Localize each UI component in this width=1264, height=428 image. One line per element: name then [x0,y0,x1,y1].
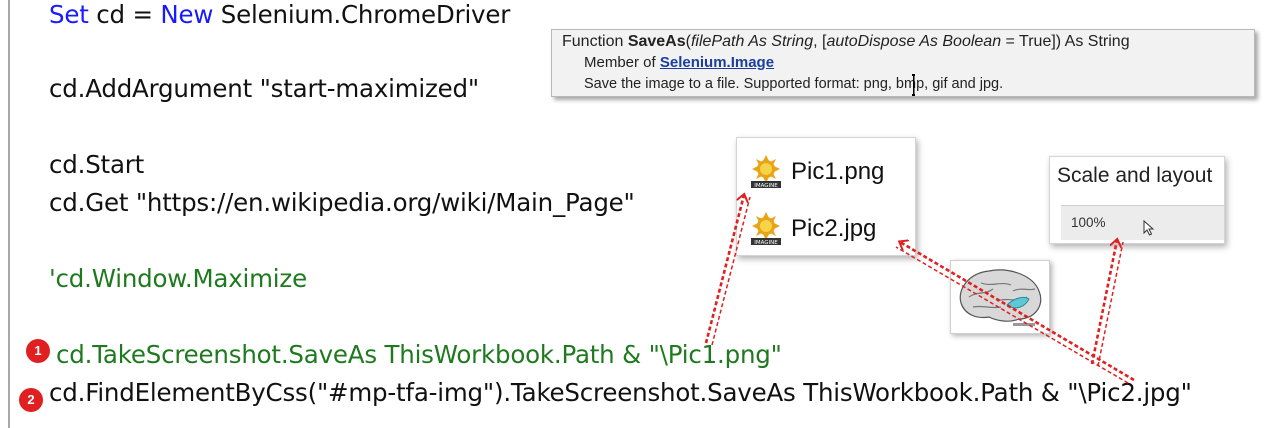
function-signature: Function SaveAs(filePath As String, [aut… [562,33,1130,50]
mouse-pointer-icon [1143,220,1155,236]
code-line-take-screenshot[interactable]: cd.TakeScreenshot.SaveAs ThisWorkbook.Pa… [56,340,782,369]
step-badge-1: 1 [26,339,50,363]
code-text: Selenium.ChromeDriver [213,0,511,29]
keyword-new: New [160,0,214,29]
param-filepath: filePath As String [690,33,814,50]
intellisense-tooltip: Function SaveAs(filePath As String, [aut… [551,29,1255,97]
code-text: cd = [88,0,161,29]
svg-text:IMAGINE: IMAGINE [754,240,778,246]
image-file-icon: IMAGINE [751,155,781,189]
editor-gutter-line [8,0,10,428]
scale-layout-panel: Scale and layout 100% [1049,156,1225,244]
member-link[interactable]: Selenium.Image [660,54,774,71]
file-name-pic1: Pic1.png [791,158,885,185]
scale-layout-title: Scale and layout [1057,164,1213,187]
svg-text:IMAGINE: IMAGINE [754,183,778,189]
arrow-scale [1090,240,1117,365]
code-line-element-screenshot[interactable]: cd.FindElementByCss("#mp-tfa-img").TakeS… [49,378,1192,407]
param-autodispose: autoDispose As Boolean [826,33,1002,50]
file-list-panel: IMAGINE Pic1.png IMAGINE Pic2.jpg [736,137,916,256]
brain-image-thumbnail [950,260,1050,334]
file-item-pic1[interactable]: IMAGINE Pic1.png [749,154,884,190]
member-of-line: Member of Selenium.Image [584,54,775,71]
code-line-add-argument[interactable]: cd.AddArgument "start-maximized" [49,74,479,103]
code-line-set-driver[interactable]: Set cd = New Selenium.ChromeDriver [49,0,510,29]
scale-value: 100% [1071,215,1106,230]
keyword-set: Set [49,0,89,29]
function-description: Save the image to a file. Supported form… [584,76,1004,92]
text-cursor-icon [912,74,915,96]
scale-dropdown[interactable]: 100% [1061,205,1224,240]
file-item-pic2[interactable]: IMAGINE Pic2.jpg [749,211,876,247]
code-line-get-url[interactable]: cd.Get "https://en.wikipedia.org/wiki/Ma… [49,188,635,217]
function-name: SaveAs [627,33,686,50]
image-file-icon: IMAGINE [751,212,781,246]
code-line-start[interactable]: cd.Start [49,150,144,179]
file-name-pic2: Pic2.jpg [791,215,877,242]
step-badge-2: 2 [19,388,43,412]
code-line-comment-maximize[interactable]: 'cd.Window.Maximize [49,264,307,293]
brain-illustration [959,269,1042,326]
